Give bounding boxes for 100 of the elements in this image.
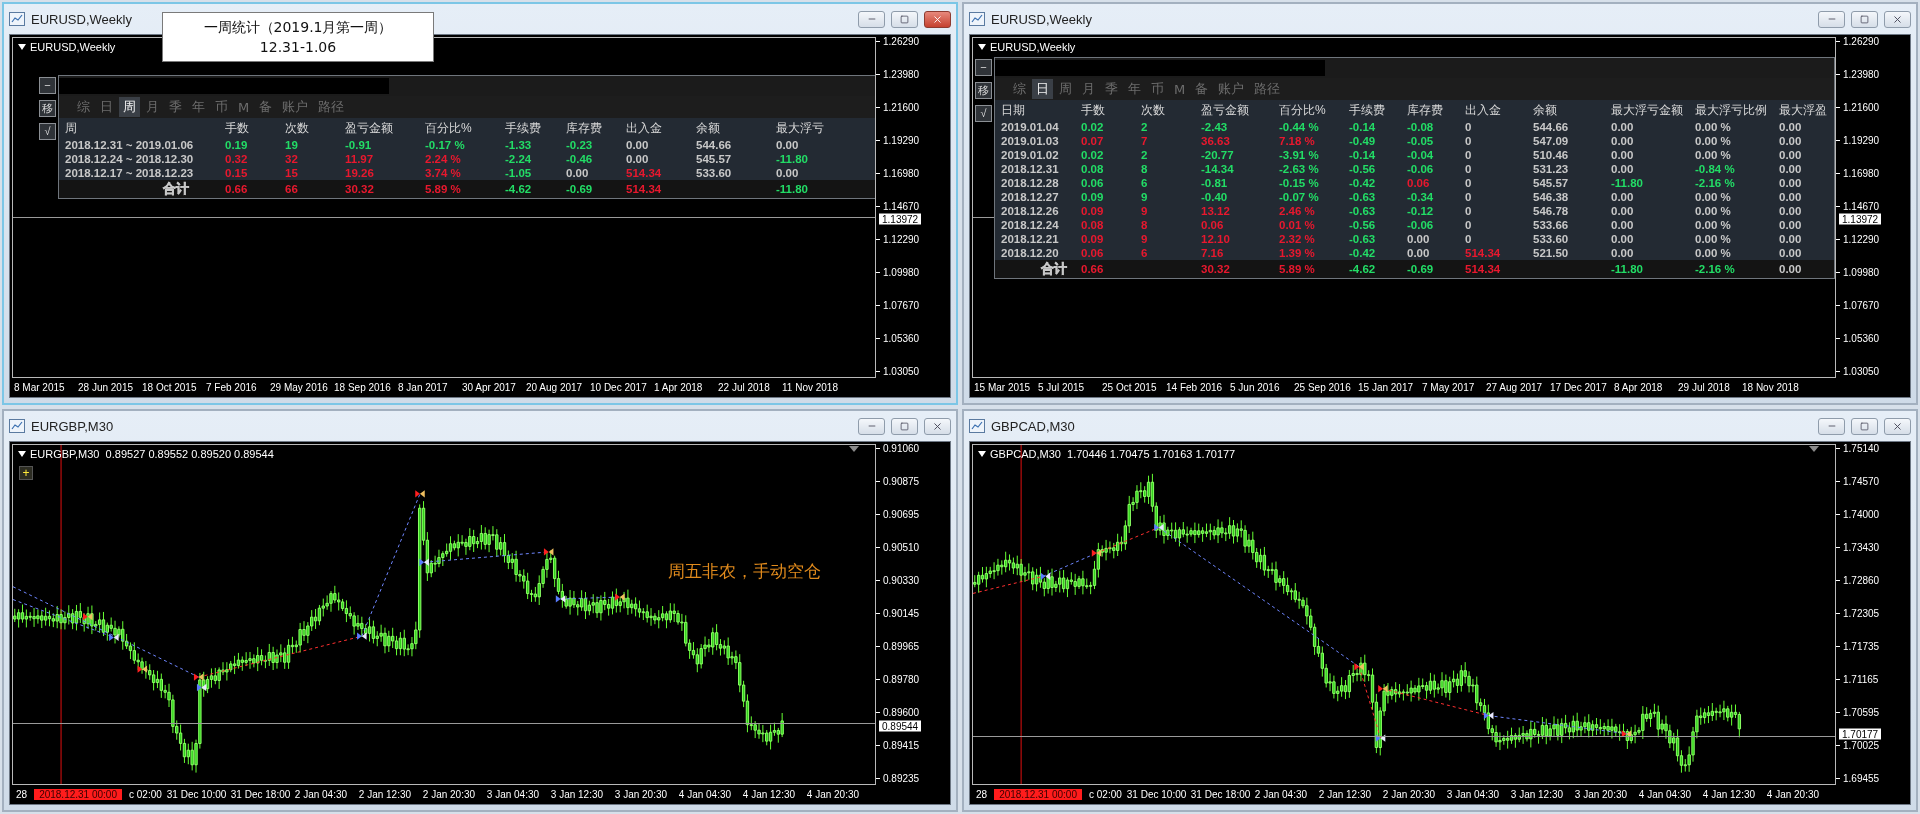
- minimize-button[interactable]: [858, 10, 885, 28]
- table-cell-text: -0.05: [1407, 135, 1435, 147]
- table-cell-text: -0.42: [1349, 247, 1377, 259]
- maximize-icon: [1860, 421, 1869, 431]
- table-cell-text: 3.74 %: [425, 167, 462, 179]
- period-tab[interactable]: 日: [1032, 79, 1053, 99]
- table-cell-text: 0.00: [1611, 135, 1635, 147]
- table-cell-text: -0.15 %: [1279, 177, 1320, 189]
- panel-side-button[interactable]: −: [975, 59, 992, 76]
- period-tab[interactable]: 综: [1009, 79, 1030, 99]
- period-tab[interactable]: 备: [1191, 79, 1213, 99]
- maximize-button[interactable]: [1851, 417, 1878, 435]
- price-tick: 1.72305: [1843, 607, 1880, 619]
- column-header: 手续费: [1349, 101, 1386, 119]
- maximize-button[interactable]: [891, 10, 918, 28]
- period-tab[interactable]: 备: [255, 97, 277, 117]
- table-cell-text: 0.00: [1611, 163, 1635, 175]
- close-button[interactable]: [924, 10, 951, 28]
- table-cell-text: 12.10: [1201, 233, 1231, 245]
- table-cell-text: -0.17 %: [425, 139, 466, 151]
- time-tick: 8 Jan 2017: [398, 382, 449, 393]
- table-cell-text: 0.00: [1779, 233, 1803, 245]
- maximize-icon: [900, 421, 909, 431]
- period-tab[interactable]: 年: [188, 97, 209, 117]
- time-tick: 31 Dec 10:00: [1126, 789, 1188, 800]
- time-marker: 2018.12.31 00:00: [34, 789, 122, 800]
- period-tab[interactable]: 月: [142, 97, 163, 117]
- table-cell-text: -0.63: [1349, 191, 1377, 203]
- time-tick: 7 Feb 2016: [206, 382, 258, 393]
- period-tab[interactable]: 综: [73, 97, 94, 117]
- period-tab[interactable]: 币: [211, 97, 232, 117]
- panel-side-button[interactable]: 移: [975, 82, 992, 99]
- table-cell-text: -4.62: [1349, 263, 1377, 275]
- table-cell-text: -2.63 %: [1279, 163, 1320, 175]
- period-tab[interactable]: 季: [1101, 79, 1122, 99]
- table-cell-text: -0.84 %: [1695, 163, 1736, 175]
- period-tab[interactable]: M: [234, 97, 254, 117]
- table-cell-text: 533.60: [696, 167, 733, 179]
- period-tab[interactable]: 路径: [1250, 79, 1285, 99]
- table-cell-text: 0.06: [1407, 177, 1431, 189]
- table-cell-text: 544.66: [1533, 121, 1570, 133]
- maximize-button[interactable]: [891, 417, 918, 435]
- period-tab[interactable]: 账户: [1214, 79, 1249, 99]
- table-cell-text: -2.24: [505, 153, 533, 165]
- table-cell-text: 0.00: [1611, 233, 1635, 245]
- time-tick: 4 Jan 04:30: [1638, 789, 1693, 800]
- period-tab[interactable]: M: [1170, 79, 1190, 99]
- table-cell-text: 0.00: [566, 167, 590, 179]
- table-cell-text: 15: [285, 167, 299, 179]
- time-tick: 7 May 2017: [1422, 382, 1476, 393]
- column-header: 最大浮亏: [776, 119, 825, 137]
- time-tick: 15 Mar 2015: [974, 382, 1032, 393]
- period-tab[interactable]: 周: [1055, 79, 1076, 99]
- table-cell-text: 2018.12.26: [1001, 205, 1060, 217]
- period-tab[interactable]: 日: [96, 97, 117, 117]
- panel-side-button[interactable]: √: [975, 105, 992, 122]
- column-header: 最大浮盈: [1779, 101, 1828, 119]
- table-cell-text: 544.66: [696, 139, 733, 151]
- table-cell-text: -11.80: [1611, 263, 1644, 275]
- maximize-button[interactable]: [1851, 10, 1878, 28]
- time-tick: 29 Jul 2018: [1678, 382, 1731, 393]
- minimize-button[interactable]: [1818, 417, 1845, 435]
- table-cell-text: 0: [1465, 219, 1473, 231]
- minimize-button[interactable]: [858, 417, 885, 435]
- price-tick: 0.91060: [883, 442, 920, 454]
- table-cell-text: 514.34: [1465, 263, 1502, 275]
- panel-side-button[interactable]: −: [39, 77, 56, 94]
- price-tick: 1.26290: [883, 35, 920, 47]
- panel-side-button[interactable]: √: [39, 123, 56, 140]
- table-cell-text: 0.00: [1779, 177, 1803, 189]
- period-tab[interactable]: 年: [1124, 79, 1145, 99]
- time-tick: 30 Apr 2017: [462, 382, 517, 393]
- table-cell-text: 0.66: [225, 183, 249, 195]
- table-cell-text: 0: [1465, 233, 1473, 245]
- table-cell-text: -2.16 %: [1695, 263, 1736, 275]
- table-cell-text: 547.09: [1533, 135, 1570, 147]
- price-tick: 1.72860: [1843, 574, 1880, 586]
- period-tab[interactable]: 季: [165, 97, 186, 117]
- table-cell-text: 9: [1141, 233, 1149, 245]
- table-cell-text: 9: [1141, 205, 1149, 217]
- period-tab[interactable]: 账户: [278, 97, 313, 117]
- table-cell-text: 2018.12.20: [1001, 247, 1060, 259]
- time-tick: 28: [16, 789, 28, 800]
- plus-button[interactable]: +: [19, 466, 33, 480]
- period-tab[interactable]: 路径: [314, 97, 349, 117]
- table-cell-text: -0.63: [1349, 233, 1377, 245]
- time-tick: 3 Jan 12:30: [1510, 789, 1565, 800]
- period-tab[interactable]: 币: [1147, 79, 1168, 99]
- chart-window-icon: [969, 419, 985, 433]
- minimize-button[interactable]: [1818, 10, 1845, 28]
- period-tab[interactable]: 周: [119, 97, 140, 117]
- table-cell-text: 0.00: [1407, 247, 1431, 259]
- time-tick: 3 Jan 04:30: [486, 789, 541, 800]
- table-cell-text: 533.66: [1533, 219, 1570, 231]
- column-header: 余额: [696, 119, 721, 137]
- panel-side-button[interactable]: 移: [39, 100, 56, 117]
- table-cell-text: 0.00: [1779, 247, 1803, 259]
- period-tab[interactable]: 月: [1078, 79, 1099, 99]
- price-tick: 0.90145: [883, 607, 920, 619]
- close-icon: [932, 420, 943, 432]
